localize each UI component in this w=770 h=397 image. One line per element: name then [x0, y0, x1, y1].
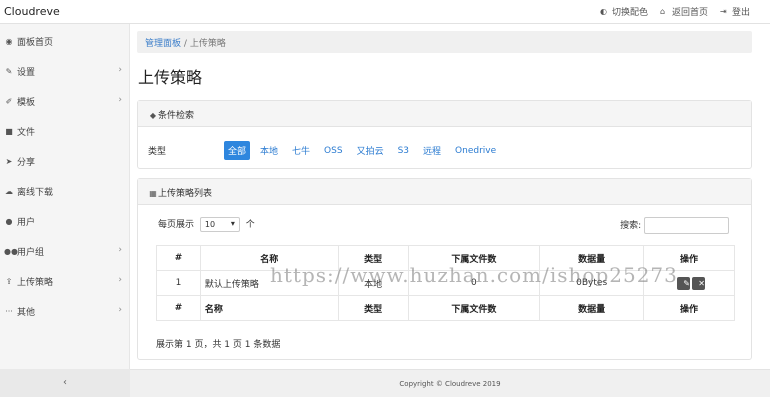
cloud-download-icon: ☁	[5, 186, 13, 196]
sidebar-item-upload-policy[interactable]: ⇪ 上传策略 ›	[0, 266, 130, 296]
sidebar-collapse-button[interactable]: ‹	[0, 369, 130, 397]
column-header-name[interactable]: 名称	[199, 245, 339, 271]
breadcrumb-current: 上传策略	[189, 39, 226, 49]
row-actions: ✎ ✕	[643, 270, 735, 296]
policy-list-panel: ▦上传策略列表 每页展示 10 ▾ 个 搜索: # 名称 类型 下属文件数 数据量…	[137, 178, 752, 360]
column-footer-type: 类型	[337, 295, 409, 321]
wrench-icon: ✎	[5, 66, 13, 76]
caret-down-icon: ▾	[230, 219, 235, 228]
sidebar-item-user-groups[interactable]: ●● 用户组 ›	[0, 236, 130, 266]
filter-panel: ◆ 条件检索 类型 全部 本地 七牛 OSS 又拍云 S3 远程 Onedrive	[137, 100, 752, 169]
user-icon: ●	[5, 216, 13, 226]
chevron-right-icon: ›	[118, 95, 122, 105]
sidebar-item-users[interactable]: ● 用户	[0, 206, 130, 236]
sidebar-item-offline-download[interactable]: ☁ 离线下载	[0, 176, 130, 206]
column-footer-data-size: 数据量	[539, 295, 645, 321]
column-header-actions: 操作	[643, 245, 735, 271]
filter-chip-s3[interactable]: S3	[394, 143, 413, 159]
column-footer-actions: 操作	[643, 295, 735, 321]
chevron-right-icon: ›	[118, 305, 122, 315]
filter-chip-oss[interactable]: OSS	[320, 143, 347, 159]
chevron-right-icon: ›	[118, 275, 122, 285]
column-header-data-size[interactable]: 数据量	[539, 245, 645, 271]
breadcrumb-separator: /	[183, 39, 187, 49]
home-button[interactable]: ⌂ 返回首页	[660, 5, 708, 18]
row-type: 本地	[337, 270, 409, 296]
chevron-right-icon: ›	[118, 65, 122, 75]
sidebar-item-share[interactable]: ➤ 分享	[0, 146, 130, 176]
delete-icon[interactable]: ✕	[692, 276, 705, 290]
top-actions: ◐ 切换配色 ⌂ 返回首页 ⇥ 登出	[600, 5, 750, 18]
table-header-row: # 名称 类型 下属文件数 数据量 操作	[156, 245, 735, 271]
ellipsis-icon: ···	[5, 306, 13, 316]
sidebar: ◉ 面板首页 ✎ 设置 › ✐ 模板 › ■ 文件 ➤ 分享 ☁ 离线下载 ● 用户 ●● 用户组 ›…	[0, 24, 130, 369]
filter-chip-qiniu[interactable]: 七牛	[288, 141, 314, 160]
filter-chip-onedrive[interactable]: Onedrive	[451, 143, 500, 159]
sidebar-item-templates[interactable]: ✐ 模板 ›	[0, 86, 130, 116]
sidebar-item-dashboard[interactable]: ◉ 面板首页	[0, 26, 130, 56]
row-id: 1	[156, 270, 201, 296]
logout-button[interactable]: ⇥ 登出	[720, 5, 750, 18]
brush-icon: ✐	[5, 96, 13, 106]
search-input[interactable]	[644, 217, 729, 234]
table-row: 1 默认上传策略 本地 0 0Bytes ✎ ✕	[156, 270, 735, 296]
page-size-select[interactable]: 10 ▾	[199, 217, 240, 232]
sidebar-item-files[interactable]: ■ 文件	[0, 116, 130, 146]
folder-icon: ■	[5, 126, 13, 136]
table-icon: ▦	[149, 189, 157, 198]
policy-table: # 名称 类型 下属文件数 数据量 操作 1 默认上传策略 本地 0 0Byte…	[156, 245, 735, 321]
home-icon: ⌂	[659, 7, 666, 16]
pagination-summary: 展示第 1 页，共 1 页 1 条数据	[156, 340, 281, 350]
column-footer-file-count: 下属文件数	[407, 295, 541, 321]
filter-panel-heading: ◆ 条件检索	[138, 101, 751, 127]
toggle-theme-button[interactable]: ◐ 切换配色	[600, 5, 648, 18]
chevron-left-icon: ‹	[63, 377, 67, 388]
toggle-icon: ◐	[599, 7, 607, 16]
app-title[interactable]: Cloudreve	[4, 5, 60, 18]
chevron-right-icon: ›	[118, 245, 122, 255]
filter-chip-local[interactable]: 本地	[256, 141, 282, 160]
row-file-count: 0	[407, 270, 541, 296]
row-name: 默认上传策略	[199, 270, 339, 296]
dashboard-icon: ◉	[5, 36, 13, 46]
column-footer-id: #	[156, 295, 201, 321]
search-control: 搜索:	[620, 217, 729, 234]
column-footer-name: 名称	[199, 295, 339, 321]
filter-chip-all[interactable]: 全部	[224, 141, 251, 160]
tag-icon: ◆	[149, 111, 157, 120]
search-label: 搜索:	[620, 221, 642, 231]
filter-chip-remote[interactable]: 远程	[419, 141, 445, 160]
breadcrumb: 管理面板 / 上传策略	[137, 31, 752, 53]
page-size-control: 每页展示 10 ▾ 个	[158, 217, 255, 232]
type-filter-row: 类型 全部 本地 七牛 OSS 又拍云 S3 远程 Onedrive	[148, 141, 500, 160]
upload-icon: ⇪	[5, 276, 13, 286]
sidebar-item-settings[interactable]: ✎ 设置 ›	[0, 56, 130, 86]
users-icon: ●●	[4, 246, 18, 256]
page-title: 上传策略	[138, 68, 203, 87]
main-content: 管理面板 / 上传策略 上传策略 ◆ 条件检索 类型 全部 本地 七牛 OSS 又…	[130, 24, 770, 369]
column-header-file-count[interactable]: 下属文件数	[407, 245, 541, 271]
row-data-size: 0Bytes	[539, 270, 645, 296]
logout-icon: ⇥	[719, 7, 727, 16]
breadcrumb-root-link[interactable]: 管理面板	[145, 39, 181, 49]
list-panel-heading: ▦上传策略列表	[138, 179, 751, 205]
sidebar-item-other[interactable]: ··· 其他 ›	[0, 296, 130, 326]
column-header-type[interactable]: 类型	[337, 245, 409, 271]
share-icon: ➤	[5, 156, 13, 166]
type-filter-label: 类型	[148, 147, 167, 157]
footer: Copyright © Cloudreve 2019	[130, 369, 770, 397]
filter-chip-upyun[interactable]: 又拍云	[353, 141, 388, 160]
table-footer-row: # 名称 类型 下属文件数 数据量 操作	[156, 295, 735, 321]
column-header-id[interactable]: #	[156, 245, 201, 271]
edit-icon[interactable]: ✎	[677, 276, 690, 290]
top-bar: Cloudreve ◐ 切换配色 ⌂ 返回首页 ⇥ 登出	[0, 0, 770, 24]
